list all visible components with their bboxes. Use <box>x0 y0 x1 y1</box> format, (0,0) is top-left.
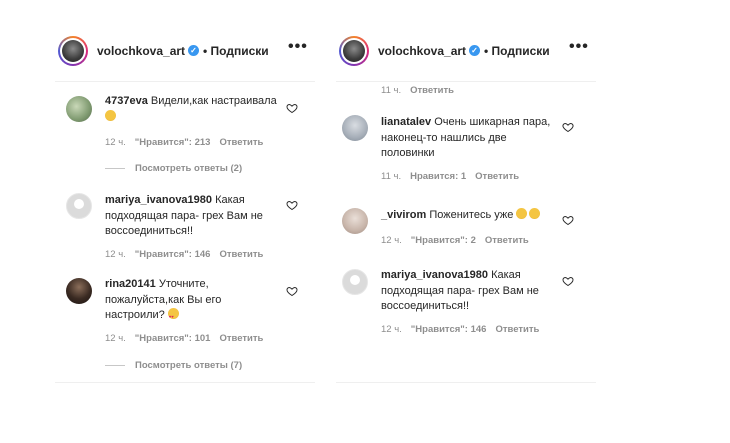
heart-eyes-icon <box>167 308 179 325</box>
header-username[interactable]: volochkova_art <box>378 44 466 58</box>
reply-button[interactable]: Ответить <box>219 333 263 344</box>
like-heart-icon[interactable] <box>562 121 574 133</box>
avatar[interactable] <box>66 96 92 122</box>
reply-button[interactable]: Ответить <box>495 324 539 335</box>
comment-meta: 12 ч. "Нравится": 146 Ответить <box>105 249 264 260</box>
likes-count[interactable]: "Нравится": 146 <box>411 324 487 335</box>
likes-count[interactable]: "Нравится": 146 <box>135 249 211 260</box>
avatar[interactable] <box>66 193 92 219</box>
comment-text: rina20141 Уточните, пожалуйста,как Вы ег… <box>105 277 255 325</box>
comments-panel-right: volochkova_art ✓ • Подписки ••• 11 ч. Отв… <box>336 28 596 383</box>
avatar[interactable] <box>66 278 92 304</box>
comment-text: 4737eva Видели,как настраивала <box>105 94 285 125</box>
likes-count[interactable]: Нравится: 1 <box>410 171 466 182</box>
reply-button[interactable]: Ответить <box>219 137 263 148</box>
like-heart-icon[interactable] <box>562 214 574 226</box>
comment-meta: 12 ч. "Нравится": 2 Ответить <box>381 235 529 246</box>
avatar[interactable] <box>342 269 368 295</box>
crying-face-icon <box>105 109 116 121</box>
comment-meta: 11 ч. Ответить <box>381 85 454 96</box>
post-header: volochkova_art ✓ • Подписки ••• <box>336 28 596 82</box>
comment-text: lianatalev Очень шикарная пара, наконец-… <box>381 116 551 159</box>
comment-meta: 11 ч. Нравится: 1 Ответить <box>381 171 520 182</box>
comment-username[interactable]: lianatalev <box>381 116 431 128</box>
like-heart-icon[interactable] <box>562 275 574 287</box>
view-replies-button[interactable]: Посмотреть ответы (2) <box>105 163 242 174</box>
comment-username[interactable]: 4737eva <box>105 95 148 107</box>
reply-button[interactable]: Ответить <box>410 85 454 96</box>
comment-text: _vivirom Поженитесь уже <box>381 208 561 224</box>
comment-meta: 12 ч. "Нравится": 101 Ответить <box>105 333 264 344</box>
avatar[interactable] <box>342 208 368 234</box>
comments-panel-left: volochkova_art ✓ • Подписки ••• 4737eva … <box>55 28 315 383</box>
comment-username[interactable]: mariya_ivanova1980 <box>381 269 488 281</box>
like-heart-icon[interactable] <box>286 285 298 297</box>
reply-button[interactable]: Ответить <box>485 235 529 246</box>
comment-username[interactable]: _vivirom <box>381 209 426 221</box>
post-header: volochkova_art ✓ • Подписки ••• <box>55 28 315 82</box>
more-options-icon[interactable]: ••• <box>288 38 308 56</box>
likes-count[interactable]: "Нравится": 101 <box>135 333 211 344</box>
comment-meta: 12 ч. "Нравится": 213 Ответить <box>105 137 264 148</box>
reply-button[interactable]: Ответить <box>219 249 263 260</box>
like-heart-icon[interactable] <box>286 102 298 114</box>
like-heart-icon[interactable] <box>286 199 298 211</box>
comment-username[interactable]: rina20141 <box>105 278 156 290</box>
profile-avatar[interactable] <box>339 36 369 66</box>
verified-badge-icon: ✓ <box>188 45 199 56</box>
crying-face-icon <box>516 208 528 219</box>
more-options-icon[interactable]: ••• <box>569 38 589 56</box>
verified-badge-icon: ✓ <box>469 45 480 56</box>
likes-count[interactable]: "Нравится": 213 <box>135 137 211 148</box>
crying-face-icon <box>529 208 541 219</box>
following-label[interactable]: • Подписки <box>203 44 269 58</box>
avatar[interactable] <box>342 115 368 141</box>
comment-text: mariya_ivanova1980 Какая подходящая пара… <box>105 194 263 237</box>
comment-username[interactable]: mariya_ivanova1980 <box>105 194 212 206</box>
following-label[interactable]: • Подписки <box>484 44 550 58</box>
comment-meta: 12 ч. "Нравится": 146 Ответить <box>381 324 540 335</box>
profile-avatar[interactable] <box>58 36 88 66</box>
comment-text: mariya_ivanova1980 Какая подходящая пара… <box>381 269 539 312</box>
likes-count[interactable]: "Нравится": 2 <box>411 235 476 246</box>
reply-button[interactable]: Ответить <box>475 171 519 182</box>
view-replies-button[interactable]: Посмотреть ответы (7) <box>105 360 242 371</box>
header-username[interactable]: volochkova_art <box>97 44 185 58</box>
